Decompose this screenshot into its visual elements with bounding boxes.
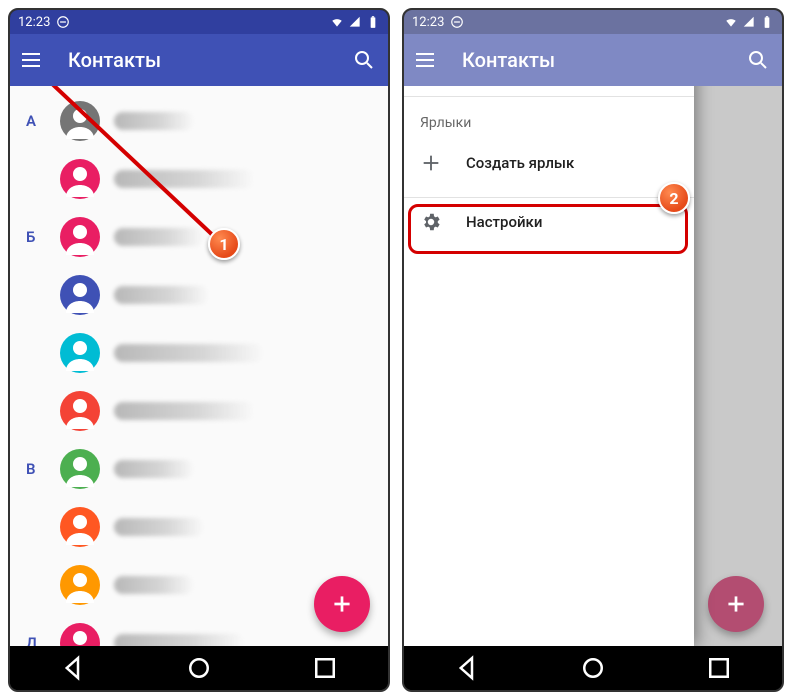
app-title: Контакты: [462, 48, 746, 72]
dnd-icon: [56, 15, 70, 29]
search-button[interactable]: [352, 48, 376, 72]
avatar: [60, 391, 100, 431]
nav-bar: [10, 646, 388, 690]
add-contact-fab[interactable]: [314, 576, 370, 632]
menu-button[interactable]: [416, 48, 440, 72]
gear-icon: [420, 211, 442, 233]
status-bar: 12:23: [404, 10, 782, 34]
drawer-section-labels: Ярлыки: [404, 97, 694, 139]
plus-icon: [420, 152, 442, 174]
app-bar: Контакты: [404, 34, 782, 86]
status-time: 12:23: [412, 15, 444, 30]
contact-name-blurred: [114, 518, 204, 536]
contact-name-blurred: [114, 286, 209, 304]
section-letter: В: [20, 460, 60, 478]
avatar: [60, 333, 100, 373]
avatar: [60, 275, 100, 315]
battery-icon: [760, 15, 774, 29]
status-time: 12:23: [18, 15, 50, 30]
contact-name-blurred: [114, 402, 254, 420]
status-bar: 12:23: [10, 10, 388, 34]
dimmed-screen: Контакты Ярлыки Создать ярлык Настройки …: [404, 86, 782, 646]
avatar: [60, 623, 100, 646]
avatar: [60, 217, 100, 257]
phone-right: 12:23 Контакты Контакты: [402, 8, 784, 692]
app-bar: Контакты: [10, 34, 388, 86]
section-letter: А: [20, 112, 60, 130]
contact-name-blurred: [114, 170, 254, 188]
avatar: [60, 565, 100, 605]
search-button[interactable]: [746, 48, 770, 72]
section-letter: Д: [20, 634, 60, 646]
drawer-settings-text: Настройки: [466, 213, 542, 231]
contact-row[interactable]: [10, 266, 388, 324]
contact-row[interactable]: [10, 382, 388, 440]
drawer-settings[interactable]: Настройки: [404, 198, 694, 246]
dnd-icon: [450, 15, 464, 29]
contact-row[interactable]: В: [10, 440, 388, 498]
contact-row[interactable]: А: [10, 92, 388, 150]
contact-name-blurred: [114, 634, 244, 646]
battery-icon: [366, 15, 380, 29]
add-contact-fab[interactable]: [708, 576, 764, 632]
section-letter: Б: [20, 228, 60, 246]
contacts-screen: АБВД 1: [10, 86, 388, 646]
contact-name-blurred: [114, 344, 264, 362]
navigation-drawer: Контакты Ярлыки Создать ярлык Настройки: [404, 86, 694, 646]
nav-recent[interactable]: [310, 653, 340, 683]
app-title: Контакты: [68, 48, 352, 72]
contact-name-blurred: [114, 228, 204, 246]
wifi-icon: [724, 15, 738, 29]
drawer-create-label[interactable]: Создать ярлык: [404, 139, 694, 187]
menu-button[interactable]: [22, 48, 46, 72]
nav-home[interactable]: [184, 653, 214, 683]
nav-home[interactable]: [578, 653, 608, 683]
contact-name-blurred: [114, 112, 194, 130]
contact-name-blurred: [114, 576, 194, 594]
nav-back[interactable]: [452, 653, 482, 683]
avatar: [60, 449, 100, 489]
avatar: [60, 159, 100, 199]
nav-bar: [404, 646, 782, 690]
nav-back[interactable]: [58, 653, 88, 683]
drawer-create-label-text: Создать ярлык: [466, 154, 574, 172]
contact-list[interactable]: А Б В Д: [10, 86, 388, 646]
avatar: [60, 507, 100, 547]
contact-row[interactable]: [10, 324, 388, 382]
nav-recent[interactable]: [704, 653, 734, 683]
signal-icon: [348, 15, 362, 29]
contact-name-blurred: [114, 460, 194, 478]
contact-row[interactable]: [10, 150, 388, 208]
avatar: [60, 101, 100, 141]
phone-left: 12:23 Контакты АБВД 1: [8, 8, 390, 692]
signal-icon: [742, 15, 756, 29]
wifi-icon: [330, 15, 344, 29]
contact-row[interactable]: [10, 498, 388, 556]
contact-row[interactable]: Б: [10, 208, 388, 266]
